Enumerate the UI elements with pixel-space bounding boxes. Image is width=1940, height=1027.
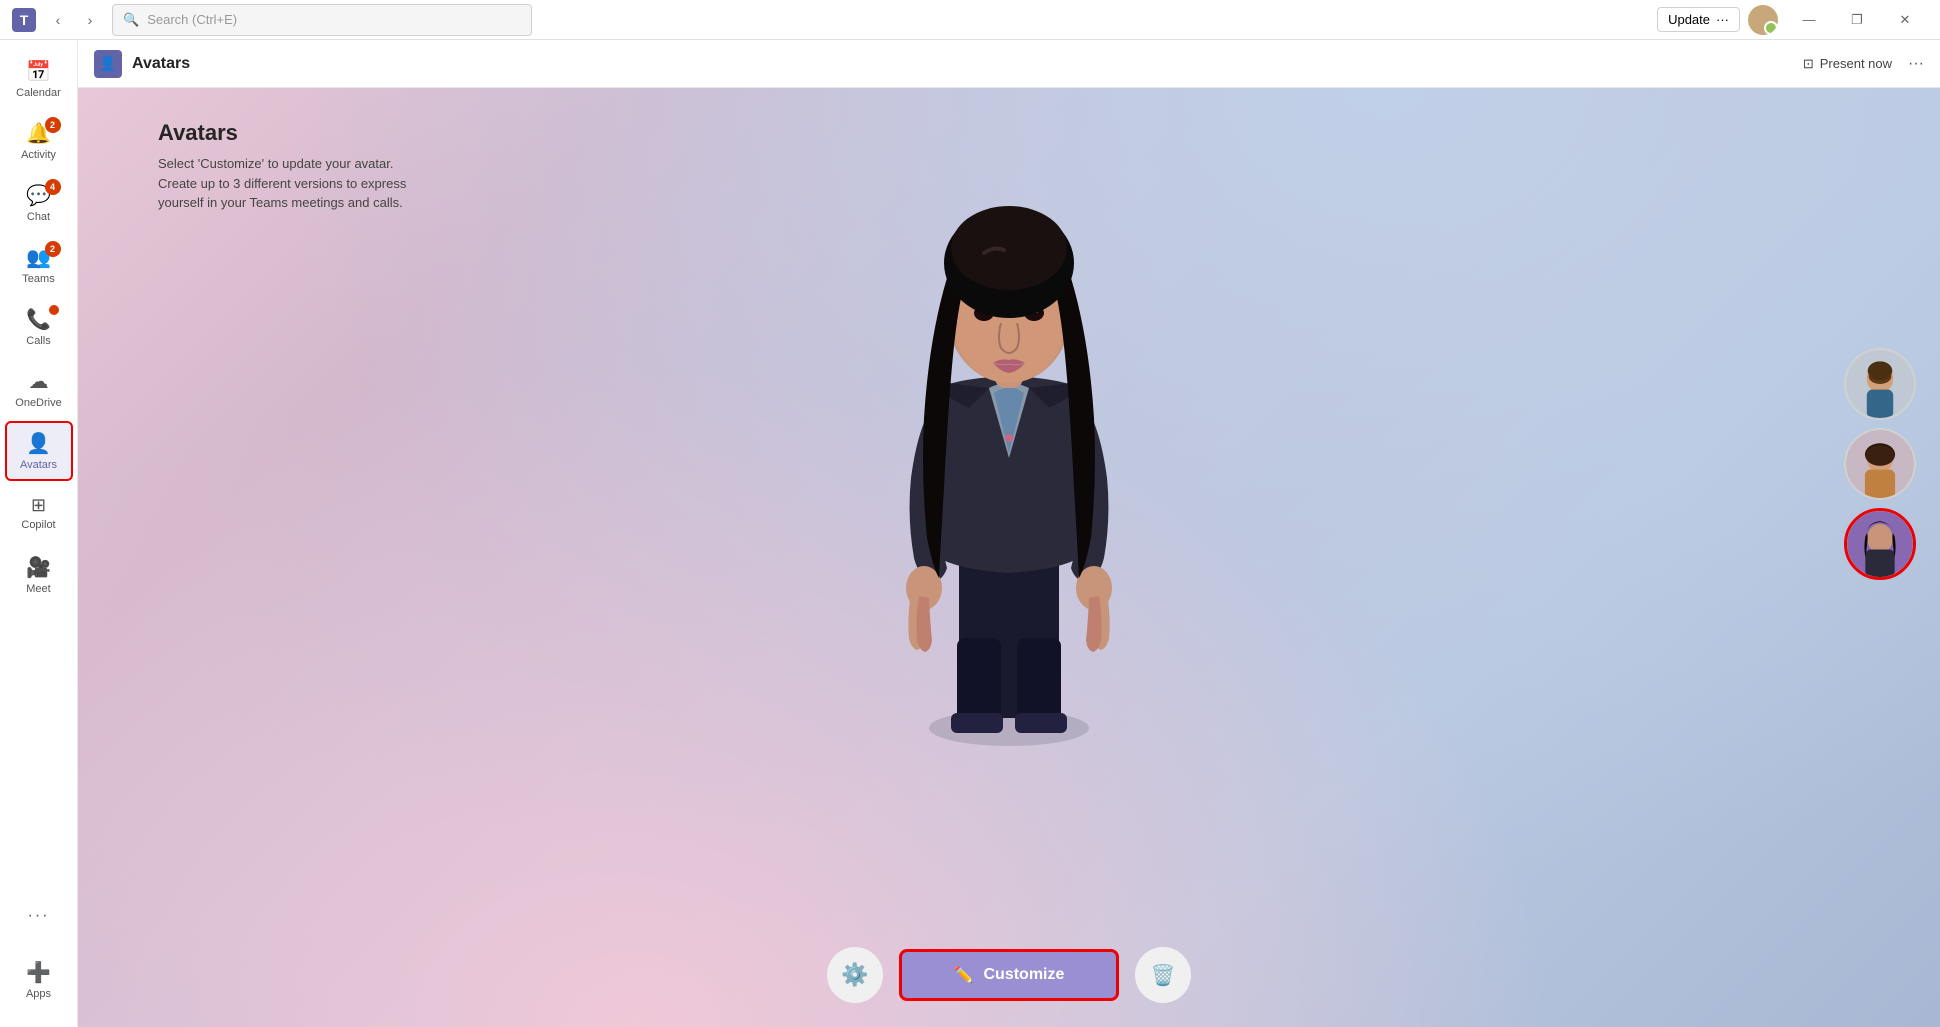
sidebar-bottom: ··· ➕ Apps <box>5 885 73 1019</box>
avatar-3d-figure <box>869 138 1149 758</box>
sidebar-item-copilot[interactable]: ⊞ Copilot <box>5 483 73 543</box>
calls-icon: 📞 <box>26 307 51 332</box>
meet-icon: 🎥 <box>26 555 51 580</box>
main-layout: 📅 Calendar 🔔 2 Activity 💬 4 Chat 👥 2 Tea… <box>0 40 1940 1027</box>
calendar-icon: 📅 <box>26 59 51 84</box>
sidebar-label-apps: Apps <box>26 988 51 1000</box>
avatars-icon: 👤 <box>26 431 51 456</box>
avatar-desc-line1: Select 'Customize' to update your avatar… <box>158 154 406 174</box>
search-icon: 🔍 <box>123 12 139 28</box>
user-avatar-button[interactable] <box>1748 5 1778 35</box>
avatar-text-overlay: Avatars Select 'Customize' to update you… <box>158 120 406 213</box>
title-bar: T ‹ › 🔍 Search (Ctrl+E) Update ··· — ❐ ✕ <box>0 0 1940 40</box>
present-icon: ⊡ <box>1803 56 1814 72</box>
sidebar-item-calendar[interactable]: 📅 Calendar <box>5 49 73 109</box>
sidebar-item-avatars[interactable]: 👤 Avatars <box>5 421 73 481</box>
sidebar-label-chat: Chat <box>27 211 50 223</box>
sidebar-label-calendar: Calendar <box>16 87 61 99</box>
sidebar-item-teams[interactable]: 👥 2 Teams <box>5 235 73 295</box>
close-button[interactable]: ✕ <box>1882 5 1928 35</box>
back-button[interactable]: ‹ <box>44 6 72 34</box>
pencil-icon: ✏️ <box>954 965 974 985</box>
chat-badge: 4 <box>45 179 61 195</box>
avatar-thumbnails <box>1844 348 1916 580</box>
app-header-right: ⊡ Present now ··· <box>1795 52 1924 76</box>
avatar-thumb-3[interactable] <box>1844 508 1916 580</box>
title-bar-right: Update ··· — ❐ ✕ <box>1657 5 1928 35</box>
sidebar-item-chat[interactable]: 💬 4 Chat <box>5 173 73 233</box>
onedrive-icon: ☁ <box>29 369 49 394</box>
forward-button[interactable]: › <box>76 6 104 34</box>
content-area: 👤 Avatars ⊡ Present now ··· Avatars Sele… <box>78 40 1940 1027</box>
avatar-desc-line3: yourself in your Teams meetings and call… <box>158 193 406 213</box>
teams-badge: 2 <box>45 241 61 257</box>
present-now-button[interactable]: ⊡ Present now <box>1795 52 1900 76</box>
sidebar-label-avatars: Avatars <box>20 459 57 471</box>
avatar-thumb-1-inner <box>1846 350 1914 418</box>
update-more-icon: ··· <box>1716 12 1729 27</box>
activity-badge: 2 <box>45 117 61 133</box>
customize-button[interactable]: ✏️ Customize <box>899 949 1119 1001</box>
sidebar: 📅 Calendar 🔔 2 Activity 💬 4 Chat 👥 2 Tea… <box>0 40 78 1027</box>
sidebar-label-teams: Teams <box>22 273 54 285</box>
present-now-label: Present now <box>1820 56 1892 71</box>
search-bar[interactable]: 🔍 Search (Ctrl+E) <box>112 4 532 36</box>
minimize-button[interactable]: — <box>1786 5 1832 35</box>
sidebar-label-onedrive: OneDrive <box>15 397 61 409</box>
sidebar-label-activity: Activity <box>21 149 56 161</box>
customize-label: Customize <box>984 966 1065 984</box>
sidebar-item-meet[interactable]: 🎥 Meet <box>5 545 73 605</box>
avatar-thumb-2-inner <box>1846 430 1914 498</box>
avatar-bottom-controls: ⚙️ ✏️ Customize 🗑️ <box>827 947 1191 1003</box>
avatar-thumb-2[interactable] <box>1844 428 1916 500</box>
avatar-desc-line2: Create up to 3 different versions to exp… <box>158 174 406 194</box>
apps-icon: ➕ <box>26 960 51 985</box>
settings-icon: ⚙️ <box>841 962 868 988</box>
search-placeholder: Search (Ctrl+E) <box>147 12 237 27</box>
update-label: Update <box>1668 12 1710 27</box>
app-more-button[interactable]: ··· <box>1908 55 1924 73</box>
avatar-thumb-1[interactable] <box>1844 348 1916 420</box>
sidebar-item-apps[interactable]: ➕ Apps <box>5 950 73 1010</box>
calls-badge <box>49 305 59 315</box>
avatar-heading: Avatars <box>158 120 406 146</box>
teams-logo-icon: T <box>12 8 36 32</box>
settings-button[interactable]: ⚙️ <box>827 947 883 1003</box>
sidebar-label-meet: Meet <box>26 583 50 595</box>
more-icon: ··· <box>28 907 50 925</box>
copilot-icon: ⊞ <box>31 495 46 516</box>
app-title: Avatars <box>132 55 190 73</box>
avatar-svg <box>869 138 1149 758</box>
sidebar-item-onedrive[interactable]: ☁ OneDrive <box>5 359 73 419</box>
app-header: 👤 Avatars ⊡ Present now ··· <box>78 40 1940 88</box>
window-controls: — ❐ ✕ <box>1786 5 1928 35</box>
delete-icon: 🗑️ <box>1151 963 1176 988</box>
app-icon: 👤 <box>94 50 122 78</box>
delete-button[interactable]: 🗑️ <box>1135 947 1191 1003</box>
sidebar-item-more[interactable]: ··· <box>5 886 73 946</box>
restore-button[interactable]: ❐ <box>1834 5 1880 35</box>
nav-arrows: ‹ › <box>44 6 104 34</box>
sidebar-label-copilot: Copilot <box>21 519 55 531</box>
app-header-left: 👤 Avatars <box>94 50 190 78</box>
update-button[interactable]: Update ··· <box>1657 7 1740 32</box>
sidebar-item-calls[interactable]: 📞 Calls <box>5 297 73 357</box>
sidebar-label-calls: Calls <box>26 335 50 347</box>
avatar-content-area: Avatars Select 'Customize' to update you… <box>78 88 1940 1027</box>
sidebar-item-activity[interactable]: 🔔 2 Activity <box>5 111 73 171</box>
title-bar-left: T ‹ › 🔍 Search (Ctrl+E) <box>12 4 532 36</box>
avatar-thumb-3-inner <box>1847 511 1913 577</box>
